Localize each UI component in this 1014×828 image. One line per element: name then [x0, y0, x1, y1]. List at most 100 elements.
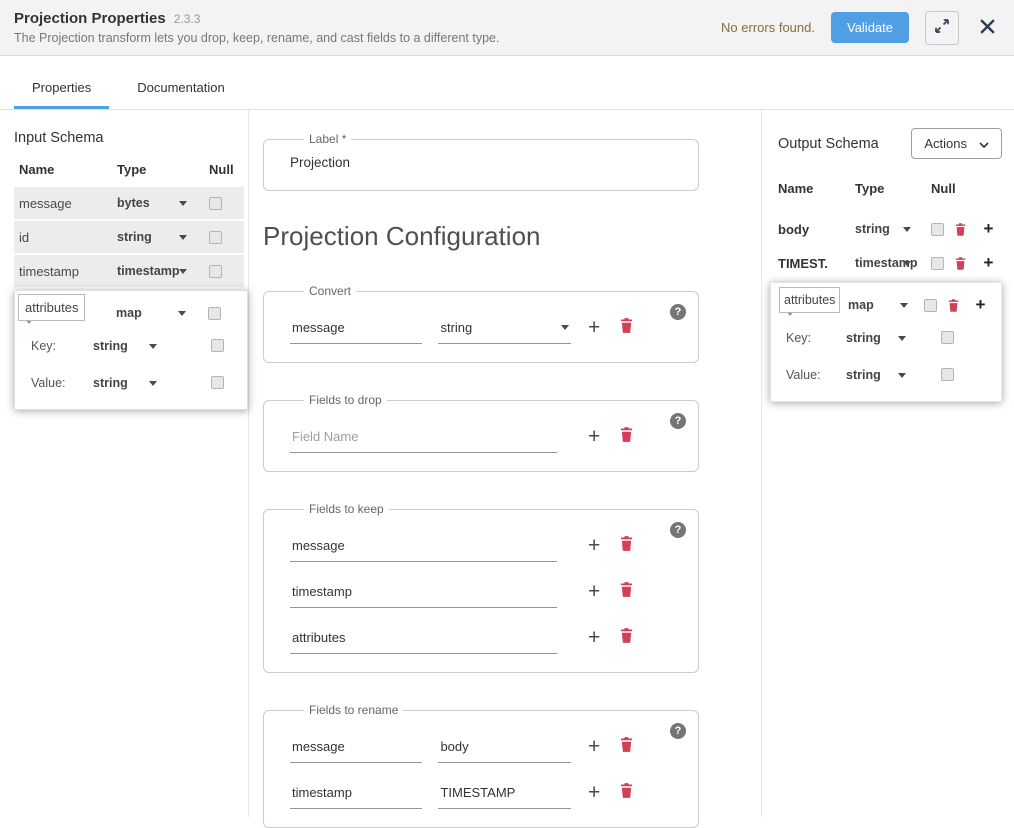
nullable-checkbox[interactable] — [941, 368, 954, 381]
fields-to-keep-group: Fields to keep ? + + — [263, 502, 699, 673]
field-name[interactable]: body — [778, 222, 855, 237]
nullable-checkbox[interactable] — [208, 307, 221, 320]
add-row-button[interactable]: + — [582, 781, 606, 805]
convert-field-input[interactable] — [290, 316, 422, 344]
field-name-box[interactable]: attributes — [18, 294, 85, 321]
delete-field-button[interactable] — [955, 223, 975, 236]
type-select[interactable]: timestamp — [117, 255, 209, 287]
col-header-null: Null — [931, 181, 1002, 196]
nullable-checkbox[interactable] — [209, 231, 222, 244]
type-select[interactable]: string — [93, 364, 211, 401]
chevron-down-icon — [149, 344, 157, 349]
type-value: string — [117, 230, 152, 244]
fields-to-rename-group: Fields to rename ? + + — [263, 703, 699, 828]
validate-button[interactable]: Validate — [831, 12, 909, 43]
add-row-button[interactable]: + — [582, 316, 606, 340]
nullable-checkbox[interactable] — [209, 197, 222, 210]
type-select[interactable]: map — [848, 291, 924, 319]
add-row-button[interactable]: + — [582, 534, 606, 558]
field-name[interactable]: TIMEST. — [778, 256, 855, 271]
label-input[interactable] — [290, 148, 670, 174]
col-header-type: Type — [855, 181, 931, 196]
expand-icon — [933, 17, 951, 38]
delete-row-button[interactable] — [620, 318, 633, 336]
delete-row-button[interactable] — [620, 582, 633, 600]
keep-field-input[interactable] — [290, 534, 557, 562]
tab-properties[interactable]: Properties — [14, 70, 109, 109]
value-label: Value: — [31, 376, 93, 390]
add-field-button[interactable]: + — [975, 253, 1002, 273]
add-row-button[interactable]: + — [582, 425, 606, 449]
rename-to-input[interactable] — [438, 781, 571, 809]
nullable-checkbox[interactable] — [211, 339, 224, 352]
label-field-group: Label * — [263, 132, 699, 191]
delete-row-button[interactable] — [620, 783, 633, 801]
keep-legend: Fields to keep — [304, 502, 389, 516]
add-row-button[interactable]: + — [582, 735, 606, 759]
field-name-box[interactable]: attributes — [779, 287, 840, 313]
modal-header: Projection Properties 2.3.3 The Projecti… — [0, 0, 1014, 56]
type-select[interactable]: string — [93, 327, 211, 364]
type-select[interactable]: bytes — [117, 187, 209, 219]
keep-field-input[interactable] — [290, 626, 557, 654]
type-select[interactable]: timestamp — [855, 246, 931, 280]
validation-status: No errors found. — [721, 20, 815, 35]
convert-group: Convert ? string + — [263, 284, 699, 363]
type-select[interactable]: string — [846, 319, 941, 356]
add-field-button[interactable]: + — [968, 295, 993, 315]
fields-to-drop-group: Fields to drop ? + — [263, 393, 699, 472]
col-header-name: Name — [778, 181, 855, 196]
nullable-checkbox[interactable] — [211, 376, 224, 389]
output-schema-title: Output Schema — [778, 136, 879, 152]
rename-from-input[interactable] — [290, 781, 422, 809]
type-value: string — [846, 368, 881, 382]
nullable-checkbox[interactable] — [931, 257, 944, 270]
actions-dropdown-button[interactable]: Actions — [911, 128, 1002, 159]
field-name: message — [19, 196, 117, 211]
actions-label: Actions — [924, 136, 967, 151]
delete-row-button[interactable] — [620, 628, 633, 646]
chevron-down-icon — [179, 235, 187, 240]
delete-row-button[interactable] — [620, 737, 633, 755]
key-label: Key: — [31, 339, 93, 353]
add-row-button[interactable]: + — [582, 580, 606, 604]
col-header-null: Null — [209, 162, 249, 177]
delete-row-button[interactable] — [620, 427, 633, 445]
add-field-button[interactable]: + — [975, 219, 1002, 239]
drop-field-input[interactable] — [290, 425, 557, 453]
nullable-checkbox[interactable] — [209, 265, 222, 278]
type-select[interactable]: string — [846, 356, 941, 393]
type-value: bytes — [117, 196, 150, 210]
rename-row: + — [290, 735, 684, 765]
nullable-checkbox[interactable] — [931, 223, 944, 236]
expand-button[interactable] — [925, 11, 959, 45]
delete-row-button[interactable] — [620, 536, 633, 554]
output-schema-row: TIMEST. timestamp + — [778, 246, 1002, 280]
properties-form-pane: Label * Projection Configuration Convert… — [248, 110, 762, 817]
map-key-row: Key: string — [779, 319, 993, 356]
drop-row: + — [290, 425, 684, 455]
tab-documentation[interactable]: Documentation — [119, 70, 242, 109]
type-value: map — [116, 306, 142, 320]
convert-type-select[interactable]: string — [438, 316, 571, 344]
map-field-popup: attributes map + Key: — [770, 282, 1002, 402]
type-select[interactable]: string — [117, 221, 209, 253]
map-value-row: Value: string — [779, 356, 993, 393]
type-value: string — [846, 331, 881, 345]
delete-field-button[interactable] — [948, 299, 968, 312]
type-select[interactable]: map — [116, 299, 208, 327]
rename-from-input[interactable] — [290, 735, 422, 763]
keep-field-input[interactable] — [290, 580, 557, 608]
nullable-checkbox[interactable] — [924, 299, 937, 312]
tab-bar: Properties Documentation — [0, 56, 1014, 110]
chevron-down-icon — [979, 136, 989, 151]
col-header-name: Name — [19, 162, 117, 177]
add-row-button[interactable]: + — [582, 626, 606, 650]
input-schema-header: Name Type Null — [14, 162, 244, 177]
delete-field-button[interactable] — [955, 257, 975, 270]
value-label: Value: — [786, 368, 846, 382]
type-select[interactable]: string — [855, 212, 931, 246]
nullable-checkbox[interactable] — [941, 331, 954, 344]
rename-to-input[interactable] — [438, 735, 571, 763]
close-button[interactable] — [975, 14, 1000, 42]
